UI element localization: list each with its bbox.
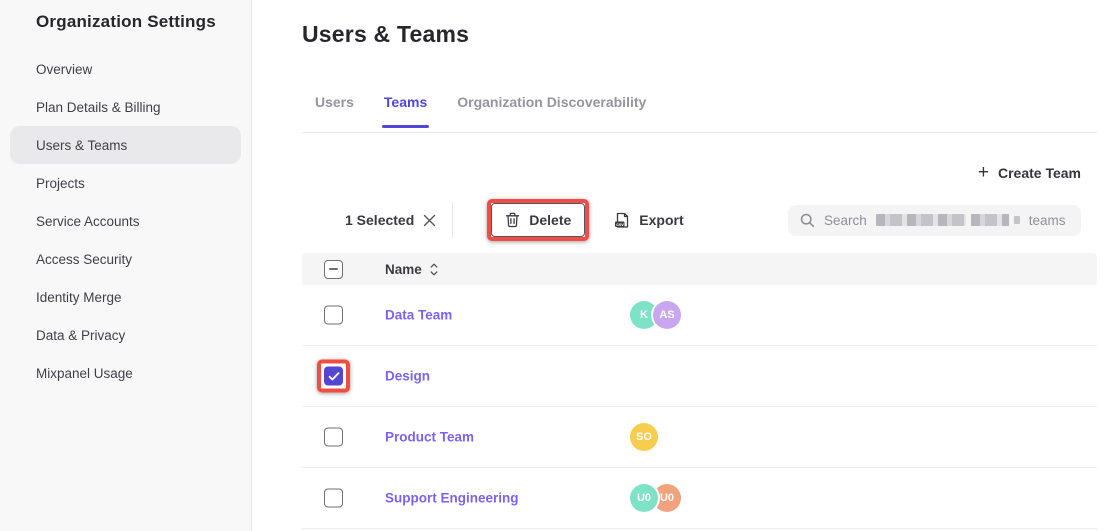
sort-icon xyxy=(430,263,438,276)
table-header-row: Name xyxy=(302,253,1097,285)
sidebar-item-users-teams[interactable]: Users & Teams xyxy=(10,126,241,164)
select-all-checkbox[interactable] xyxy=(324,260,343,279)
sidebar-item-access-security[interactable]: Access Security xyxy=(0,240,251,278)
team-link-data-team[interactable]: Data Team xyxy=(385,308,452,323)
table-body: Data Team KAS Design Product Team SO Sup… xyxy=(302,285,1097,529)
redacted-text-block xyxy=(876,214,1020,226)
avatar-stack: U0U0 xyxy=(630,484,681,512)
plus-icon: + xyxy=(978,166,989,180)
sidebar-nav: Overview Plan Details & Billing Users & … xyxy=(0,50,251,392)
row-checkbox-wrap xyxy=(324,489,343,508)
team-link-support-engineering[interactable]: Support Engineering xyxy=(385,491,519,506)
delete-label: Delete xyxy=(529,212,571,228)
team-link-product-team[interactable]: Product Team xyxy=(385,430,474,445)
clear-selection-icon[interactable] xyxy=(423,214,436,227)
search-input[interactable]: Search teams xyxy=(788,205,1081,236)
page-title: Users & Teams xyxy=(302,21,1097,48)
create-team-label: Create Team xyxy=(998,165,1081,181)
toolbar-divider xyxy=(452,202,453,238)
search-placeholder-suffix: teams xyxy=(1029,213,1066,228)
row-checkbox-support-engineering[interactable] xyxy=(324,489,343,508)
tab-bar: Users Teams Organization Discoverability xyxy=(302,94,1097,133)
row-checkbox-wrap xyxy=(324,428,343,447)
table-row-product-team: Product Team SO xyxy=(302,407,1097,468)
selection-toolbar: 1 Selected Delete xyxy=(302,199,1097,241)
trash-icon xyxy=(505,212,520,228)
avatar-u0: U0 xyxy=(630,484,658,512)
avatar-stack: KAS xyxy=(630,301,681,329)
table-row-design: Design xyxy=(302,346,1097,407)
row-checkbox-design[interactable] xyxy=(324,367,343,386)
table-row-data-team: Data Team KAS xyxy=(302,285,1097,346)
avatar-stack: SO xyxy=(630,423,658,451)
tab-organization-discoverability[interactable]: Organization Discoverability xyxy=(457,94,646,111)
export-button[interactable]: csv Export xyxy=(614,212,683,229)
annotation-highlight-delete: Delete xyxy=(487,199,589,241)
svg-text:csv: csv xyxy=(616,221,624,226)
delete-button[interactable]: Delete xyxy=(491,203,585,237)
selected-count: 1 Selected xyxy=(345,212,414,228)
sidebar: Organization Settings Overview Plan Deta… xyxy=(0,0,252,531)
sidebar-item-mixpanel-usage[interactable]: Mixpanel Usage xyxy=(0,354,251,392)
csv-file-icon: csv xyxy=(614,212,630,229)
tab-teams[interactable]: Teams xyxy=(384,94,427,111)
sidebar-title: Organization Settings xyxy=(36,12,251,32)
avatar-so: SO xyxy=(630,423,658,451)
sidebar-item-overview[interactable]: Overview xyxy=(0,50,251,88)
table-row-support-engineering: Support Engineering U0U0 xyxy=(302,468,1097,529)
search-icon xyxy=(800,213,815,228)
sidebar-item-data-privacy[interactable]: Data & Privacy xyxy=(0,316,251,354)
selected-count-group: 1 Selected xyxy=(345,212,436,228)
sidebar-item-service-accounts[interactable]: Service Accounts xyxy=(0,202,251,240)
search-placeholder-prefix: Search xyxy=(824,213,867,228)
column-header-name[interactable]: Name xyxy=(385,262,438,277)
sidebar-item-identity-merge[interactable]: Identity Merge xyxy=(0,278,251,316)
teams-table: Name Data Team KAS Design xyxy=(302,253,1097,529)
create-row: + Create Team xyxy=(302,159,1097,187)
tab-users[interactable]: Users xyxy=(315,94,354,111)
create-team-button[interactable]: + Create Team xyxy=(978,159,1081,187)
team-link-design[interactable]: Design xyxy=(385,369,430,384)
export-label: Export xyxy=(639,212,683,228)
row-checkbox-product-team[interactable] xyxy=(324,428,343,447)
sidebar-item-plan-details-billing[interactable]: Plan Details & Billing xyxy=(0,88,251,126)
row-checkbox-wrap xyxy=(324,306,343,325)
main-content: Users & Teams Users Teams Organization Dis… xyxy=(252,0,1108,531)
app-root: Organization Settings Overview Plan Deta… xyxy=(0,0,1108,531)
sidebar-item-projects[interactable]: Projects xyxy=(0,164,251,202)
row-checkbox-data-team[interactable] xyxy=(324,306,343,325)
annotation-highlight-checkbox xyxy=(317,360,350,393)
avatar-as: AS xyxy=(653,301,681,329)
